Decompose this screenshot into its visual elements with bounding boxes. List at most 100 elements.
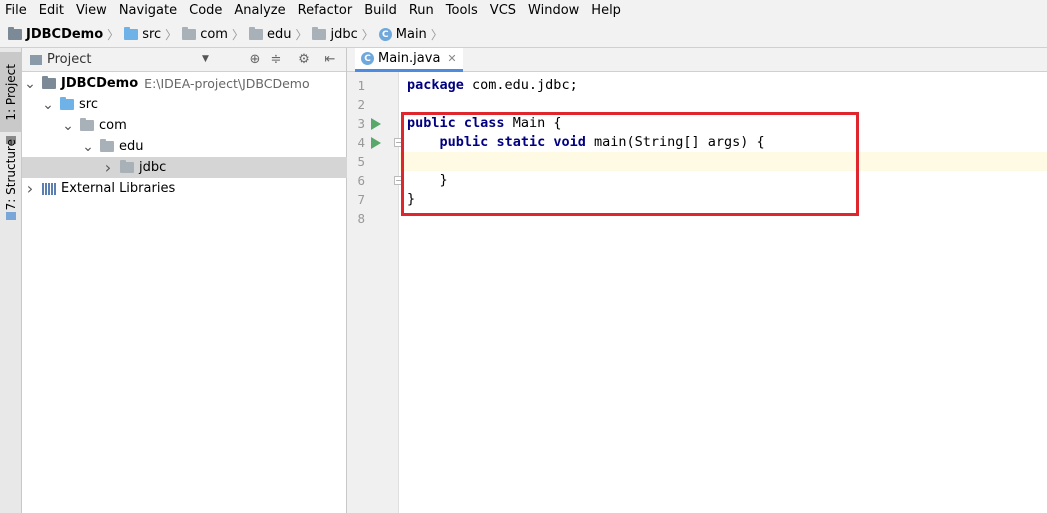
collapse-all-icon[interactable]: ≑ xyxy=(268,52,284,68)
chevron-right-icon[interactable]: › xyxy=(24,179,36,198)
tree-item-label: JDBCDemo xyxy=(61,76,139,91)
menu-item-vcs[interactable]: VCS xyxy=(490,0,516,22)
editor-gutter: 1 2 3 4 5 6 7 8− − xyxy=(347,72,403,513)
breadcrumb-item-jdbcdemo[interactable]: JDBCDemo 〉 xyxy=(8,26,124,43)
breadcrumb-item-src[interactable]: src 〉 xyxy=(124,26,182,43)
chevron-down-icon[interactable]: ⌄ xyxy=(42,97,54,113)
package-folder-icon xyxy=(120,160,134,173)
code-text: } xyxy=(407,191,416,207)
code-line[interactable] xyxy=(400,209,1047,228)
menu-item-navigate[interactable]: Navigate xyxy=(119,0,177,22)
code-line[interactable]: package com.edu.jdbc; xyxy=(400,76,1047,95)
run-icon[interactable] xyxy=(371,118,381,130)
chevron-right-icon: 〉 xyxy=(430,28,443,42)
tree-item-jdbcdemo[interactable]: ⌄ JDBCDemo E:\IDEA-project\JDBCDemo xyxy=(22,73,347,94)
scroll-from-source-icon[interactable]: ⊕ xyxy=(247,52,263,68)
code-area[interactable]: package com.edu.jdbc; public class Main {… xyxy=(400,72,1047,513)
class-icon: C xyxy=(361,52,374,65)
code-keyword: public xyxy=(439,134,489,150)
code-line[interactable] xyxy=(400,152,1047,171)
tree-item-com[interactable]: ⌄ com xyxy=(22,115,347,136)
breadcrumb-label: edu xyxy=(266,27,292,42)
breadcrumb-label: jdbc xyxy=(330,27,358,42)
menu-item-tools[interactable]: Tools xyxy=(446,0,478,22)
breadcrumb-label: com xyxy=(200,27,228,42)
code-line[interactable]: } xyxy=(400,190,1047,209)
menu-item-run[interactable]: Run xyxy=(409,0,434,22)
code-text: com.edu.jdbc; xyxy=(463,77,578,93)
chevron-down-icon[interactable]: ⌄ xyxy=(82,139,94,155)
project-panel-title: Project xyxy=(47,52,92,67)
breadcrumb: JDBCDemo 〉 src 〉 com 〉 edu 〉 jdbc 〉 C Main 〉 xyxy=(0,22,1047,48)
package-folder-icon xyxy=(182,27,197,40)
menu-item-file[interactable]: File xyxy=(5,0,27,22)
package-folder-icon xyxy=(80,118,94,131)
tab-structure-tool[interactable]: 7: Structure xyxy=(0,139,22,210)
menu-item-code[interactable]: Code xyxy=(189,0,222,22)
project-path: E:\IDEA-project\JDBCDemo xyxy=(144,76,310,91)
menu-bar: File Edit View Navigate Code Analyze Refactor B… xyxy=(0,0,1047,22)
tree-item-external-libraries[interactable]: › External Libraries xyxy=(22,178,347,199)
line-number: 7 xyxy=(357,192,365,207)
menu-item-build[interactable]: Build xyxy=(364,0,397,22)
chevron-down-icon[interactable]: ⌄ xyxy=(62,118,74,134)
run-icon[interactable] xyxy=(371,137,381,149)
tree-item-jdbc[interactable]: › jdbc xyxy=(22,157,347,178)
editor-tab-bar: C Main.java ✕ xyxy=(347,48,1047,72)
line-number: 3 xyxy=(357,116,365,131)
code-line[interactable]: } xyxy=(400,171,1047,190)
tab-project-tool[interactable]: 1: Project xyxy=(0,52,22,132)
menu-item-help[interactable]: Help xyxy=(591,0,621,22)
tab-main-java[interactable]: C Main.java ✕ xyxy=(355,48,463,72)
breadcrumb-item-edu[interactable]: edu 〉 xyxy=(248,26,313,43)
code-line[interactable]: public class Main { xyxy=(400,114,1047,133)
code-keyword: static xyxy=(496,134,546,150)
project-view-icon xyxy=(30,54,42,65)
tree-item-label: com xyxy=(99,118,127,133)
code-text: Main { xyxy=(504,115,562,131)
tab-label: Main.java xyxy=(378,51,441,66)
line-number: 4 xyxy=(357,135,365,150)
source-folder-icon xyxy=(124,27,139,40)
project-panel-header: Project ▼ ⊕ ≑ ⚙ ⇤ xyxy=(22,48,346,72)
tree-item-label: src xyxy=(79,97,98,112)
menu-item-edit[interactable]: Edit xyxy=(39,0,64,22)
chevron-right-icon[interactable]: › xyxy=(102,158,114,177)
tab-project-label: 1: Project xyxy=(4,63,18,121)
menu-item-refactor[interactable]: Refactor xyxy=(298,0,353,22)
breadcrumb-label: JDBCDemo xyxy=(26,27,104,42)
chevron-right-icon: 〉 xyxy=(165,28,178,42)
code-line[interactable] xyxy=(400,95,1047,114)
tool-window-strip: 1: Project 7: Structure xyxy=(0,48,22,513)
chevron-down-icon[interactable]: ▼ xyxy=(202,54,209,64)
chevron-right-icon: 〉 xyxy=(107,28,120,42)
package-folder-icon xyxy=(100,139,114,152)
tree-item-src[interactable]: ⌄ src xyxy=(22,94,347,115)
chevron-down-icon[interactable]: ⌄ xyxy=(24,76,36,92)
breadcrumb-item-main[interactable]: C Main 〉 xyxy=(378,26,448,43)
breadcrumb-item-com[interactable]: com 〉 xyxy=(182,26,249,43)
code-keyword: package xyxy=(407,77,464,93)
menu-item-analyze[interactable]: Analyze xyxy=(234,0,285,22)
line-number: 8 xyxy=(357,211,365,226)
hide-panel-icon[interactable]: ⇤ xyxy=(322,52,338,68)
package-folder-icon xyxy=(312,27,327,40)
menu-item-view[interactable]: View xyxy=(76,0,107,22)
line-number: 1 xyxy=(357,78,365,93)
gear-icon[interactable]: ⚙ xyxy=(296,52,312,68)
libraries-icon xyxy=(42,182,56,195)
code-keyword: class xyxy=(463,115,505,131)
breadcrumb-label: src xyxy=(142,27,162,42)
project-folder-icon xyxy=(8,27,22,40)
tree-item-label: edu xyxy=(119,139,144,154)
close-icon[interactable]: ✕ xyxy=(447,52,456,65)
menu-item-window[interactable]: Window xyxy=(528,0,579,22)
tree-item-label: External Libraries xyxy=(61,181,176,196)
code-line[interactable]: public static void main(String[] args) { xyxy=(400,133,1047,152)
tree-item-edu[interactable]: ⌄ edu xyxy=(22,136,347,157)
breadcrumb-item-jdbc[interactable]: jdbc 〉 xyxy=(312,26,378,43)
chevron-right-icon: 〉 xyxy=(361,28,374,42)
package-folder-icon xyxy=(248,27,263,40)
